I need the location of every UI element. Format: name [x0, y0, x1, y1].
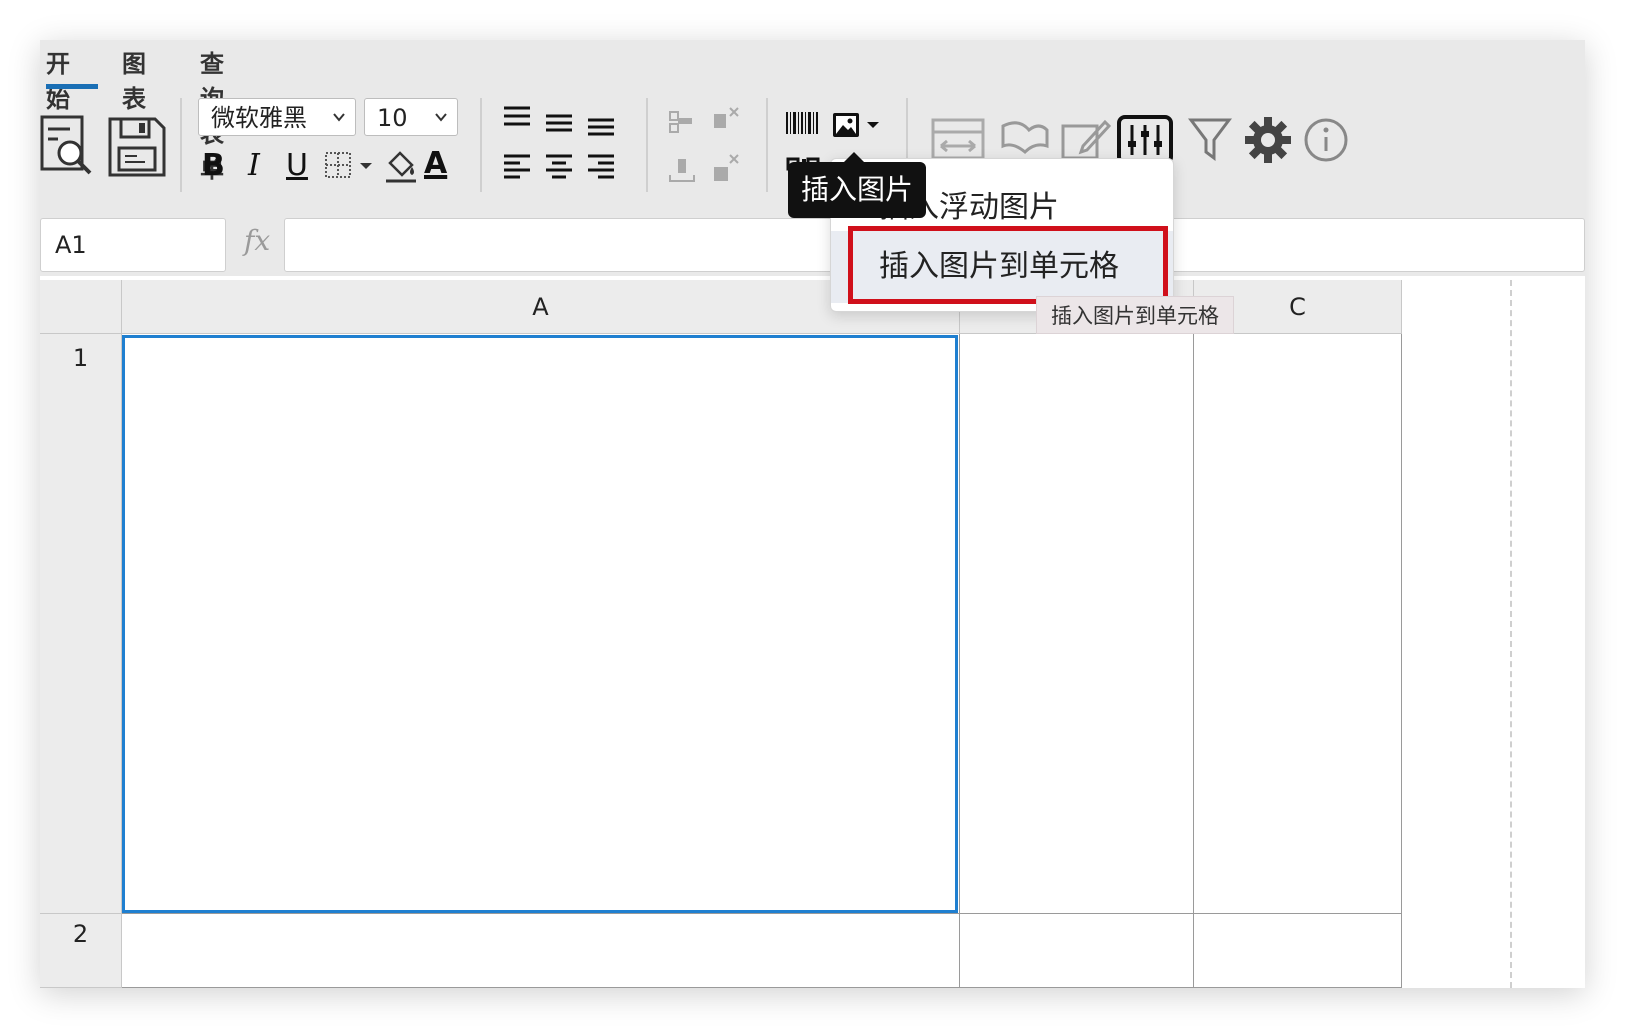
- cell-b2[interactable]: [960, 914, 1194, 988]
- cell-b1[interactable]: [960, 334, 1194, 914]
- freeze-icon[interactable]: [998, 114, 1052, 164]
- image-icon: [833, 113, 879, 137]
- column-width-icon[interactable]: [930, 114, 986, 164]
- font-size-select[interactable]: 10: [364, 98, 458, 136]
- highlight-annotation: [848, 226, 1168, 304]
- save-icon[interactable]: [106, 114, 168, 180]
- align-middle-icon[interactable]: [542, 108, 576, 138]
- insert-image-tooltip: 插入图片: [788, 152, 926, 218]
- row-header-1[interactable]: 1: [40, 334, 122, 914]
- border-icon: [325, 152, 372, 178]
- border-button[interactable]: [324, 150, 376, 182]
- insert-image-dropdown[interactable]: [830, 108, 884, 142]
- font-color-button[interactable]: A: [424, 146, 447, 181]
- font-family-select[interactable]: 微软雅黑: [198, 98, 356, 136]
- unmerge-cells-icon[interactable]: [708, 104, 742, 138]
- chevron-down-icon: [333, 113, 345, 122]
- fx-icon: fx: [244, 224, 271, 257]
- align-bottom-icon[interactable]: [584, 112, 618, 142]
- info-icon[interactable]: [1302, 116, 1350, 164]
- ribbon-separator: [180, 98, 182, 192]
- barcode-icon[interactable]: [784, 108, 822, 138]
- fill-color-button[interactable]: [384, 148, 418, 186]
- bold-button[interactable]: B: [202, 148, 225, 183]
- align-top-icon[interactable]: [500, 102, 534, 132]
- spreadsheet-grid: A C 1 2: [40, 280, 1585, 988]
- merge-cells-icon[interactable]: [666, 106, 698, 138]
- spreadsheet-window: 开始 图表 查询表单: [40, 40, 1585, 988]
- row-header-2[interactable]: 2: [40, 914, 122, 988]
- select-all-corner[interactable]: [40, 280, 122, 334]
- active-tab-indicator: [46, 84, 98, 89]
- gear-icon[interactable]: [1242, 114, 1294, 166]
- italic-button[interactable]: I: [248, 148, 260, 183]
- ribbon-separator: [480, 98, 482, 192]
- ribbon-separator: [646, 98, 648, 192]
- align-center-icon[interactable]: [542, 152, 576, 182]
- name-box[interactable]: A1: [40, 218, 226, 272]
- insert-row-icon[interactable]: [666, 150, 698, 186]
- cell-c2[interactable]: [1194, 914, 1402, 988]
- ribbon-separator: [766, 98, 768, 192]
- chevron-down-icon: [435, 113, 447, 122]
- selection-outline: [122, 335, 958, 913]
- underline-button[interactable]: U: [286, 148, 308, 183]
- formula-bar: A1 fx: [40, 212, 1585, 276]
- filter-icon[interactable]: [1186, 114, 1234, 166]
- font-size-value: 10: [377, 104, 408, 132]
- font-family-value: 微软雅黑: [211, 104, 307, 132]
- edit-icon[interactable]: [1058, 114, 1112, 164]
- delete-row-icon[interactable]: [708, 150, 742, 186]
- cell-c1[interactable]: [1194, 334, 1402, 914]
- cell-a2[interactable]: [122, 914, 960, 988]
- page-break-line: [1510, 280, 1512, 988]
- align-left-icon[interactable]: [500, 152, 534, 182]
- align-right-icon[interactable]: [584, 152, 618, 182]
- menu-item-tooltip: 插入图片到单元格: [1036, 296, 1234, 334]
- paint-bucket-icon: [386, 151, 416, 183]
- preview-icon[interactable]: [40, 114, 96, 180]
